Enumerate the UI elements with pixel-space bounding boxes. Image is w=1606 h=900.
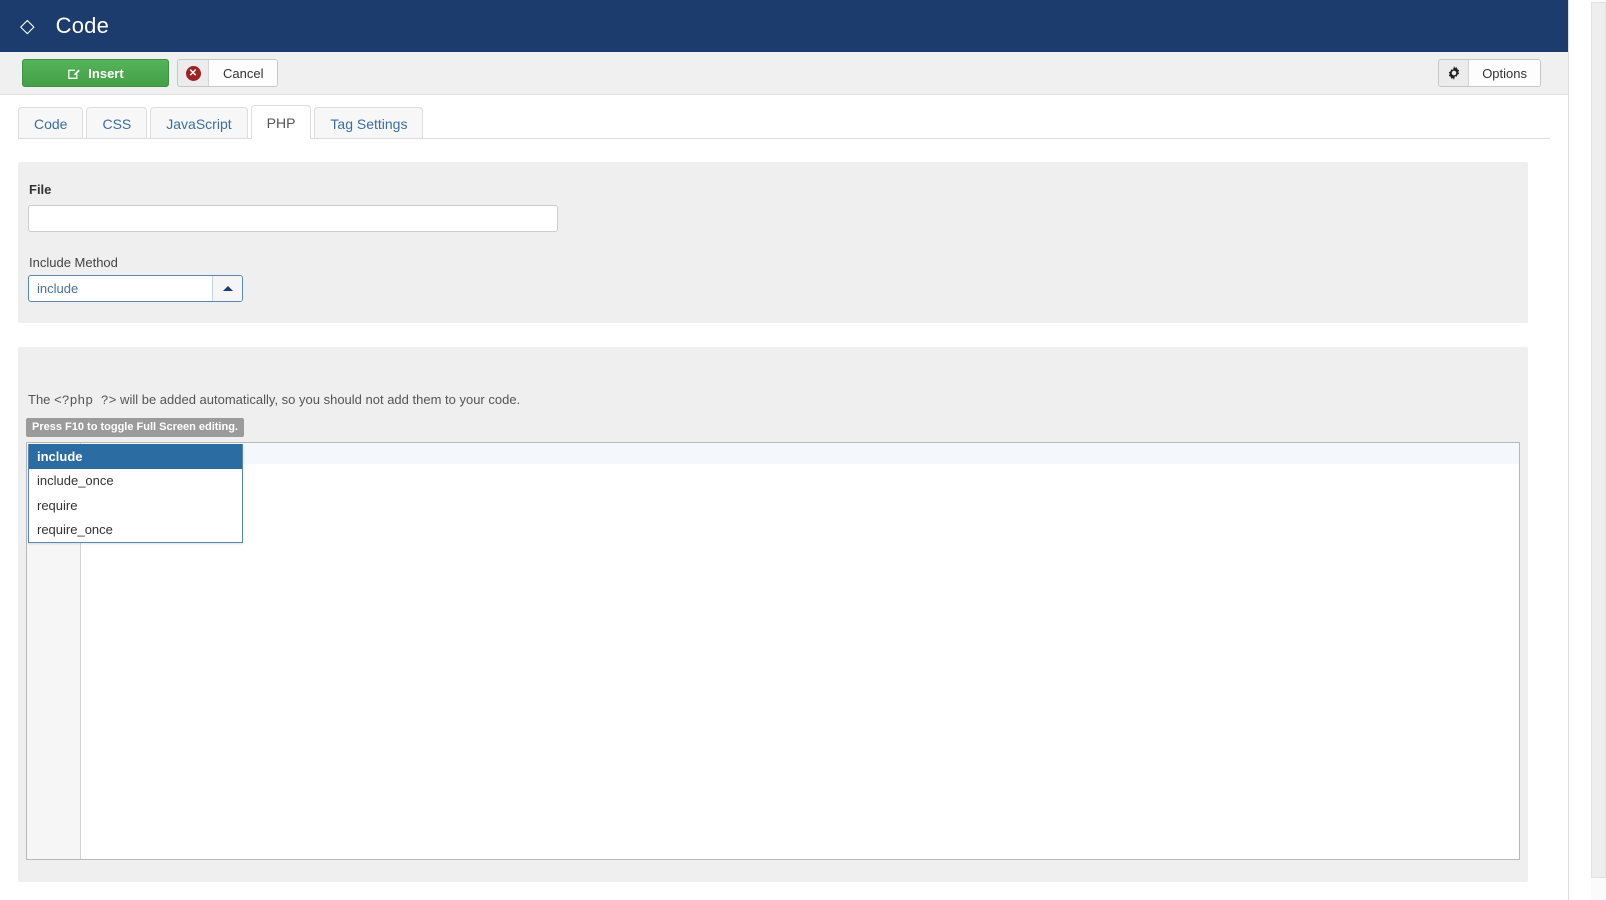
php-tags-hint: The <?php ?> will be added automatically…	[28, 392, 520, 408]
gear-icon	[1439, 60, 1470, 86]
chevron-up-icon[interactable]	[212, 276, 242, 301]
caret-up-glyph	[222, 286, 233, 291]
cancel-button-label: Cancel	[209, 60, 278, 86]
tab-tag-settings[interactable]: Tag Settings	[314, 107, 424, 139]
tab-list: Code CSS JavaScript PHP Tag Settings	[18, 105, 424, 139]
tab-strip-divider	[18, 138, 1550, 139]
tab-javascript[interactable]: JavaScript	[150, 107, 248, 139]
include-method-label: Include Method	[29, 255, 118, 270]
code-dialog-window: ◇ Code Insert ✕ Cancel Options Code CSS …	[0, 0, 1606, 900]
tab-tag-settings-label: Tag Settings	[330, 115, 408, 132]
php-settings-panel: File Include Method include	[18, 162, 1528, 323]
cancel-icon-cell: ✕	[178, 60, 209, 86]
page-scrollbar[interactable]	[1568, 0, 1606, 900]
tab-php-label: PHP	[266, 114, 296, 131]
php-code-panel: The <?php ?> will be added automatically…	[18, 347, 1528, 882]
file-label: File	[29, 182, 52, 197]
page-scrollbar-thumb[interactable]	[1591, 2, 1606, 878]
title-bar: ◇ Code	[0, 0, 1568, 52]
file-input[interactable]	[28, 205, 558, 232]
editor-active-line-highlight	[82, 443, 1519, 464]
option-require[interactable]: require	[29, 493, 242, 518]
insert-button[interactable]: Insert	[22, 59, 169, 87]
options-button-label: Options	[1469, 60, 1540, 86]
option-include-once[interactable]: include_once	[29, 469, 242, 494]
tab-css-label: CSS	[102, 115, 132, 132]
include-method-selected-value: include	[37, 281, 79, 296]
option-require-once[interactable]: require_once	[29, 518, 242, 543]
x-circle-icon: ✕	[185, 65, 201, 81]
include-method-select[interactable]: include	[28, 275, 243, 302]
page-title: Code	[55, 13, 110, 38]
dialog-viewport: ◇ Code Insert ✕ Cancel Options Code CSS …	[0, 0, 1568, 900]
code-angle-brackets-icon: ◇	[20, 15, 35, 37]
php-code-editor[interactable]: 1	[26, 442, 1520, 860]
php-tags-hint-suffix: will be added automatically, so you shou…	[116, 392, 521, 407]
php-tags-hint-code: <?php ?>	[54, 393, 117, 408]
insert-button-label: Insert	[88, 65, 124, 81]
php-tags-hint-prefix: The	[28, 392, 55, 407]
include-method-option-list[interactable]: include include_once require require_onc…	[28, 444, 243, 543]
tab-code-label: Code	[34, 115, 68, 132]
tab-code[interactable]: Code	[18, 107, 84, 139]
fullscreen-hint-badge: Press F10 to toggle Full Screen editing.	[26, 418, 244, 437]
option-include[interactable]: include	[29, 444, 242, 469]
tab-php[interactable]: PHP	[250, 105, 312, 139]
editor-text-area[interactable]	[82, 443, 1519, 859]
options-button[interactable]: Options	[1438, 59, 1541, 87]
tab-panel-php: File Include Method include The <?php ?>…	[0, 142, 1568, 900]
pencil-square-icon	[67, 67, 81, 80]
tab-javascript-label: JavaScript	[166, 115, 232, 132]
cancel-button[interactable]: ✕ Cancel	[177, 59, 279, 87]
tab-css[interactable]: CSS	[86, 107, 148, 139]
tab-bar: Code CSS JavaScript PHP Tag Settings	[0, 95, 1568, 142]
action-toolbar: Insert ✕ Cancel Options	[0, 52, 1568, 95]
